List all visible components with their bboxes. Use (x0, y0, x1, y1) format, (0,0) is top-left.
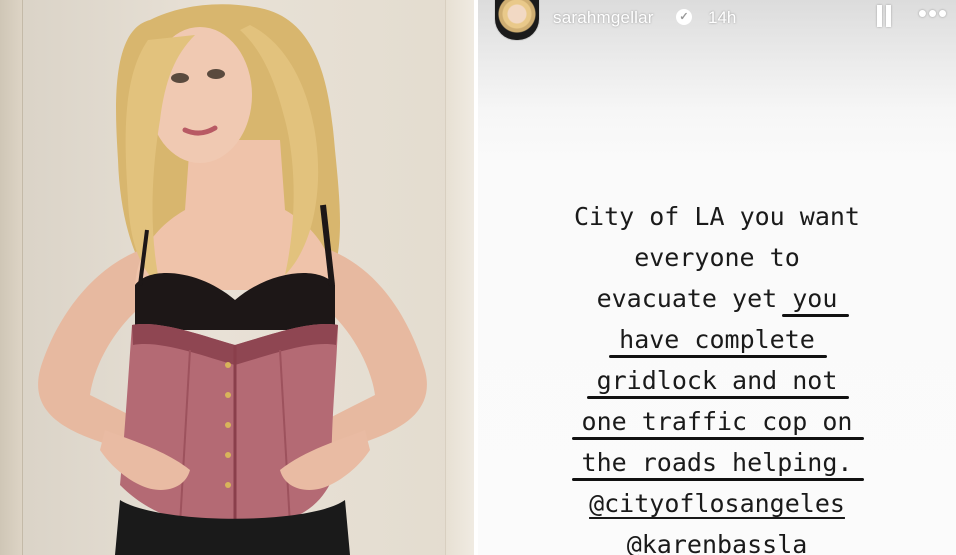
more-options-icon[interactable]: ••• (916, 0, 950, 28)
story-text-line-2: everyone to (634, 243, 800, 272)
username[interactable]: sarahmgellar (553, 8, 654, 28)
story-line: City of LA you want (478, 196, 956, 237)
story-line: @karenbassla (478, 524, 956, 555)
verified-badge-icon: ✓ (676, 9, 692, 25)
screenshot: sarahmgellar ✓ 14h ••• City of LA you wa… (0, 0, 956, 555)
instagram-story: sarahmgellar ✓ 14h ••• City of LA you wa… (478, 0, 956, 555)
story-text-line-7: the roads helping. (571, 442, 865, 483)
pause-icon[interactable] (873, 5, 895, 29)
timestamp: 14h (708, 8, 737, 27)
person-illustration (38, 4, 427, 555)
story-text-line-3a: evacuate yet (596, 284, 793, 313)
story-text-line-4: have complete (609, 319, 827, 360)
story-text: City of LA you want everyone to evacuate… (478, 196, 956, 555)
avatar[interactable] (494, 0, 540, 41)
story-line: the roads helping. (478, 442, 956, 483)
story-text-line-1: City of LA you want (574, 202, 860, 231)
story-line: @cityoflosangeles (478, 483, 956, 524)
mention-link[interactable]: @karenbassla (627, 530, 808, 555)
story-text-line-5: gridlock and not (586, 360, 850, 401)
story-line: gridlock and not (478, 360, 956, 401)
story-line: evacuate yet you (478, 278, 956, 319)
portrait-photo (0, 0, 474, 555)
story-header: sarahmgellar ✓ 14h ••• (478, 0, 956, 41)
story-line: have complete (478, 319, 956, 360)
mention-link[interactable]: @cityoflosangeles (589, 489, 845, 518)
story-text-line-6: one traffic cop on (571, 401, 865, 442)
story-text-line-3b: you (782, 278, 850, 319)
story-line: one traffic cop on (478, 401, 956, 442)
story-line: everyone to (478, 237, 956, 278)
